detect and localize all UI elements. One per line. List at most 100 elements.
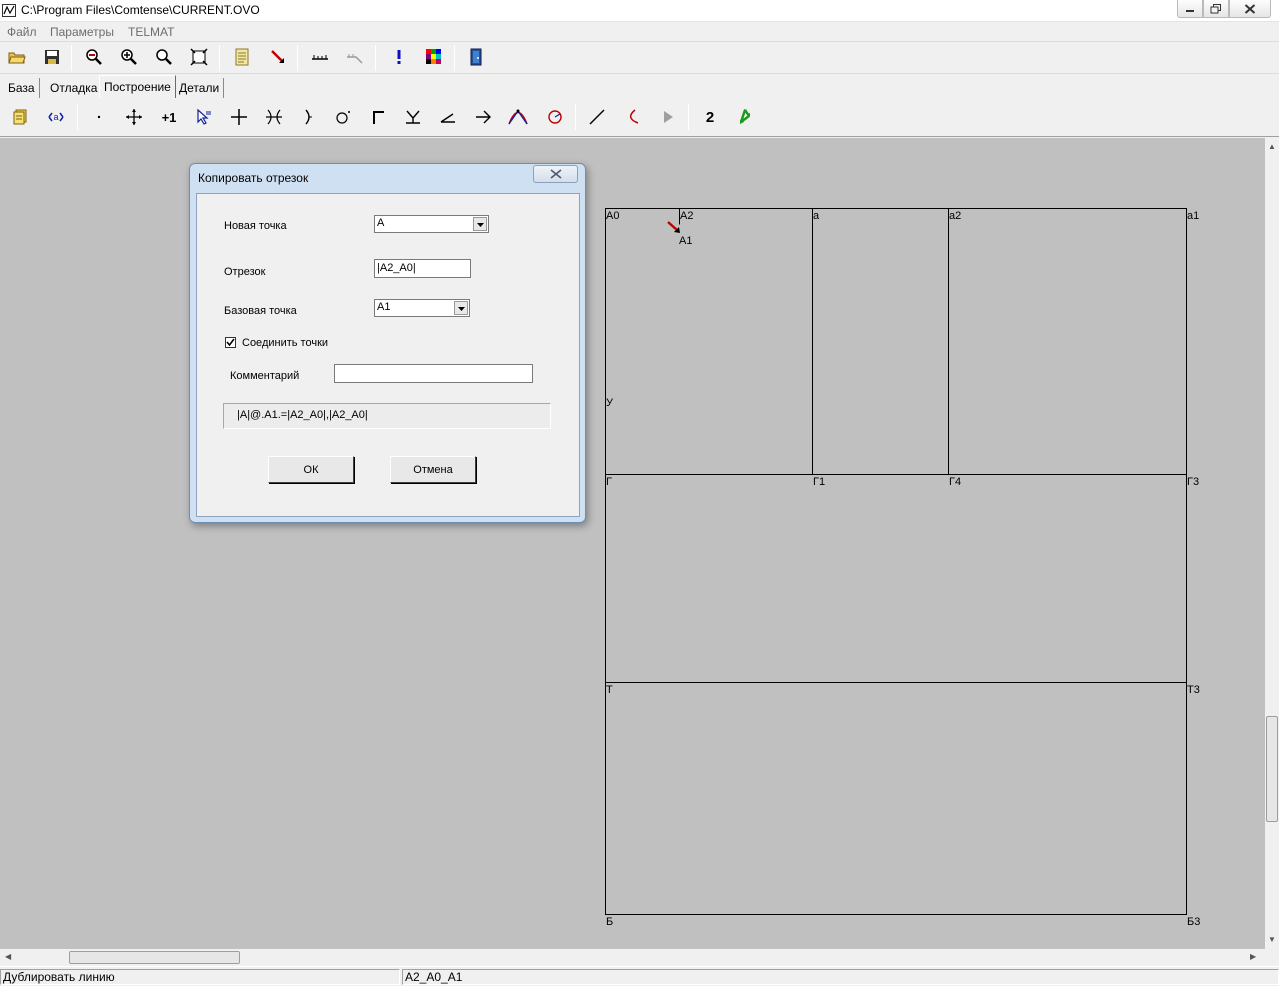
bisector-icon [406,110,420,124]
smooth-curve-button[interactable] [620,105,644,129]
notes-icon [13,109,27,125]
menu-telmat[interactable]: TELMAT [128,25,174,39]
point-label-b3: Б3 [1187,916,1200,928]
zoom-out-icon [86,49,102,65]
vertical-scrollbar[interactable]: ▲ ▼ [1265,138,1279,949]
zoom-in-button[interactable] [117,45,141,69]
variable-button[interactable]: a [44,105,68,129]
info-button[interactable] [387,45,411,69]
bracket-button[interactable] [297,105,321,129]
main-toolbar [0,41,1279,74]
horizontal-scroll-thumb[interactable] [69,951,240,964]
comment-input[interactable] [334,364,533,383]
base-point-combo[interactable]: А1 [374,299,470,317]
point-label-a0: А0 [606,210,619,222]
chevron-down-icon [458,307,465,311]
new-point-label: Новая точка [224,220,287,232]
tab-details-label: Детали [179,81,220,95]
vertical-scroll-thumb[interactable] [1266,716,1278,822]
play-button[interactable] [656,105,680,129]
cancel-button[interactable]: Отмена [390,456,476,483]
close-icon [1244,3,1256,14]
point-label-g: Г [606,476,612,488]
properties-button[interactable] [230,45,254,69]
menu-file[interactable]: Файл [7,25,37,39]
scroll-right-icon[interactable]: ▶ [1250,952,1256,961]
curve-button[interactable] [506,105,530,129]
offset-button[interactable]: +1 [157,105,181,129]
direction-button[interactable] [471,105,495,129]
move-icon [126,109,142,125]
tab-base-label: База [8,81,35,95]
cross-button[interactable] [227,105,251,129]
corner-icon [373,111,384,124]
point-label-a: а [813,210,820,222]
number-label: 2 [705,108,715,126]
play-icon [664,111,673,123]
scroll-down-icon[interactable]: ▼ [1268,935,1276,944]
bisector-button[interactable] [401,105,425,129]
segment-label: Отрезок [224,266,266,278]
new-point-combo[interactable]: А [374,215,489,233]
arc-button[interactable] [543,105,567,129]
dialog-close-button[interactable] [533,165,578,183]
pointer-button[interactable] [266,45,290,69]
zoom-out-button[interactable] [82,45,106,69]
point-label-g3: Г3 [1187,476,1199,488]
fit-view-button[interactable] [187,45,211,69]
zoom-button[interactable] [152,45,176,69]
point-label-t: Т [606,684,613,696]
ok-button[interactable]: ОК [268,456,354,483]
palette-button[interactable] [422,45,446,69]
circle-icon [336,111,350,124]
notes-button[interactable] [8,105,32,129]
tab-construction[interactable]: Построение [99,75,176,98]
scroll-left-icon[interactable]: ◀ [5,952,11,961]
tab-details[interactable]: Детали [175,78,225,98]
comment-label: Комментарий [230,370,300,382]
status-bar: Дублировать линию А2_А0_А1 [0,966,1279,986]
dialog-body: Новая точка А Отрезок |А2_А0| Базовая то… [196,193,580,517]
curve-icon [508,109,528,125]
new-point-dropdown[interactable] [473,217,487,231]
point-label-b: Б [606,916,613,928]
fit-view-icon [190,48,208,66]
exit-button[interactable] [464,45,488,69]
move-point-button[interactable] [122,105,146,129]
measure-button[interactable] [308,45,332,69]
circle-point-button[interactable] [331,105,355,129]
tab-base[interactable]: База [4,78,40,98]
bracket-icon [305,109,312,125]
save-button[interactable] [40,45,64,69]
minimize-button[interactable] [1177,0,1203,18]
base-point-dropdown[interactable] [454,301,468,315]
point-label-g4: Г4 [949,476,961,488]
restore-button[interactable] [1203,0,1229,18]
select-button[interactable] [192,105,216,129]
app-icon [2,4,16,17]
point-button[interactable] [87,105,111,129]
recycle-button[interactable] [733,105,757,129]
scroll-up-icon[interactable]: ▲ [1268,142,1276,151]
line-button[interactable] [585,105,609,129]
toolbar-separator [454,45,455,71]
number-button[interactable]: 2 [698,105,722,129]
checkmark-icon [226,338,235,347]
variable-icon: a [48,112,64,122]
cursor-arrow [667,221,680,233]
close-button[interactable] [1229,0,1271,18]
point-label-g1: Г1 [813,476,825,488]
angle-button[interactable] [436,105,460,129]
status-selection: А2_А0_А1 [402,969,1279,985]
open-button[interactable] [5,45,29,69]
measure-curve-button[interactable] [343,45,367,69]
menu-parameters[interactable]: Параметры [50,25,114,39]
segment-input[interactable]: |А2_А0| [374,259,471,278]
plus-icon [231,109,247,125]
base-point-label: Базовая точка [224,305,297,317]
corner-button[interactable] [366,105,390,129]
horizontal-scrollbar[interactable]: ◀ ▶ [0,949,1265,966]
split-button[interactable] [262,105,286,129]
connect-points-checkbox[interactable] [225,337,236,348]
tab-debug[interactable]: Отладка [46,78,103,98]
